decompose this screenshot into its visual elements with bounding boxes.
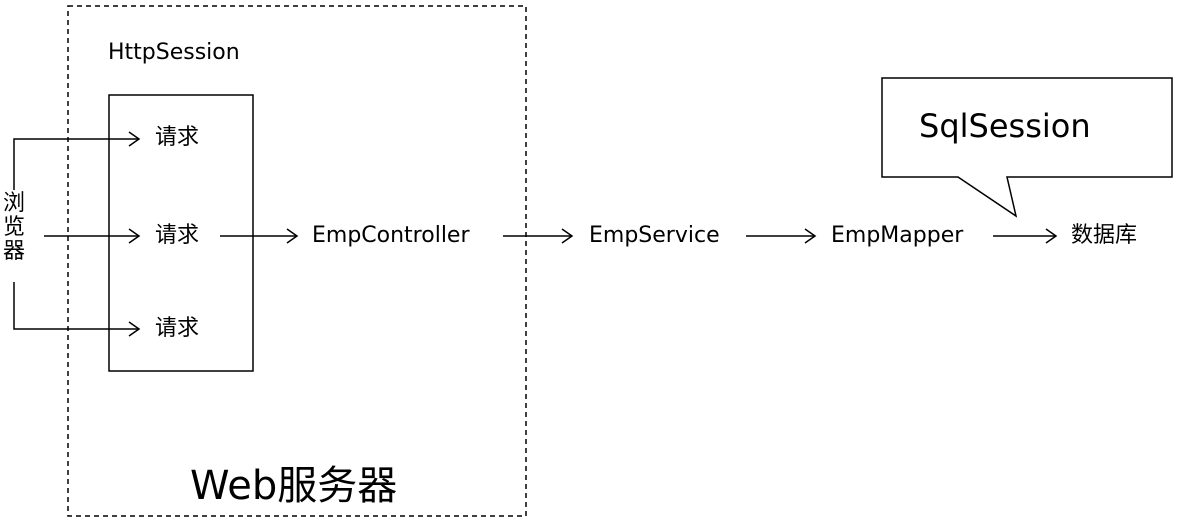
sql-session-callout bbox=[881, 77, 1173, 218]
browser-to-request-3-line bbox=[13, 282, 139, 330]
browser-label: 浏 览 器 bbox=[2, 192, 26, 264]
sql-session-label: SqlSession bbox=[919, 107, 1091, 145]
diagram-lines bbox=[13, 5, 1173, 517]
emp-service-label: EmpService bbox=[589, 223, 720, 248]
diagram-canvas: 浏 览 器 HttpSession 请求 请求 请求 EmpController… bbox=[0, 0, 1184, 526]
web-server-boundary bbox=[67, 5, 527, 517]
browser-char: 浏 bbox=[2, 191, 25, 216]
emp-controller-label: EmpController bbox=[312, 223, 470, 248]
browser-char: 器 bbox=[2, 239, 25, 264]
request-label: 请求 bbox=[155, 125, 200, 150]
browser-to-request-1-line bbox=[13, 138, 139, 190]
request-label: 请求 bbox=[155, 316, 200, 341]
web-server-label: Web服务器 bbox=[190, 463, 398, 509]
http-session-label: HttpSession bbox=[108, 40, 240, 65]
browser-char: 览 bbox=[2, 215, 25, 240]
database-label: 数据库 bbox=[1071, 223, 1138, 248]
request-label: 请求 bbox=[155, 223, 200, 248]
emp-mapper-label: EmpMapper bbox=[831, 223, 964, 248]
